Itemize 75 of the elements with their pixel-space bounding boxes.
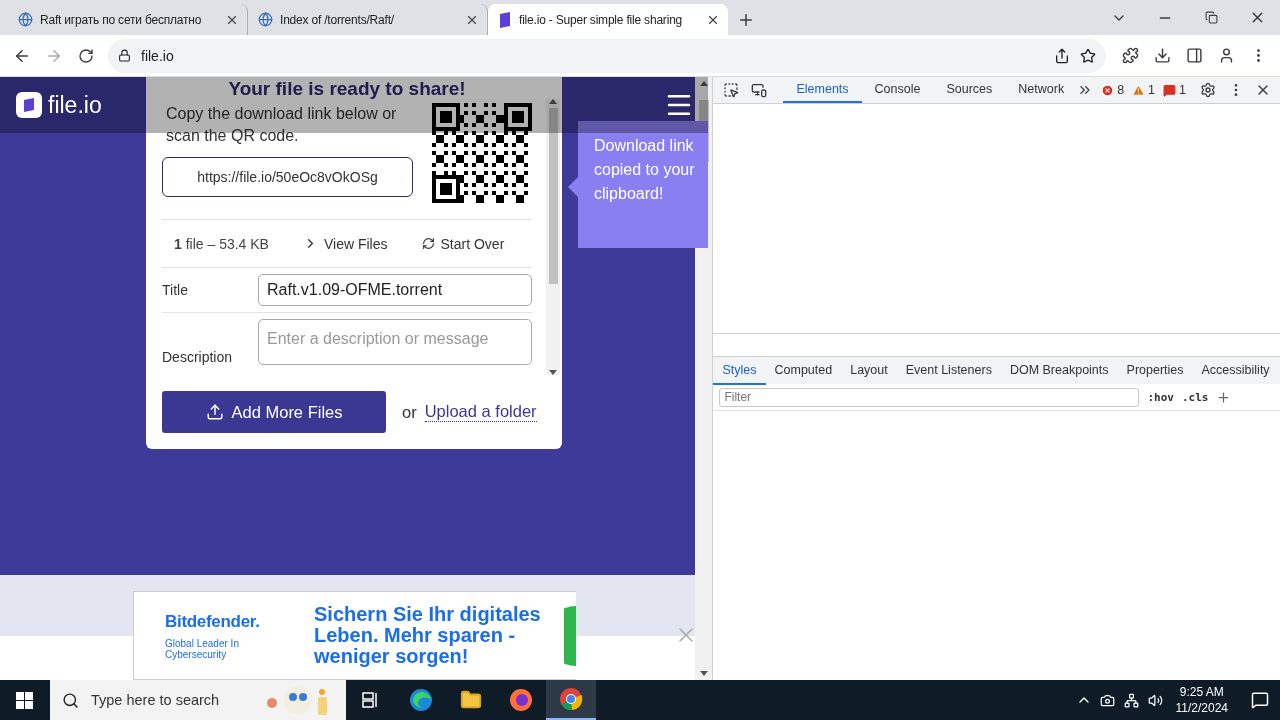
scrollbar[interactable] [546,99,560,375]
scroll-up-icon[interactable] [549,99,557,104]
restore-icon[interactable] [1204,11,1218,24]
inspect-icon[interactable] [723,82,740,98]
globe-icon [18,12,33,27]
devtools-tab[interactable]: Network [1005,77,1078,103]
address-bar[interactable]: file.io [108,38,1106,73]
chrome-icon[interactable] [559,687,583,711]
panel-tab[interactable]: DOM Breakpoints [1000,356,1118,385]
devtools-tab[interactable]: Console [861,77,934,103]
reload-icon[interactable] [78,47,94,64]
search-placeholder: Type here to search [91,692,220,708]
side-panel-icon[interactable] [1185,47,1203,64]
windows-icon[interactable] [15,691,33,709]
start-over-link[interactable]: Start Over [421,235,505,252]
camera-icon[interactable] [1100,692,1115,708]
filter-field[interactable]: Filter [719,387,1140,407]
scroll-down-icon[interactable] [699,671,708,676]
hov-toggle[interactable]: :hov [1147,390,1174,404]
lock-icon [118,49,131,62]
or-text: or [402,402,417,422]
panel-tab[interactable]: Computed [765,356,842,385]
add-more-files-button[interactable]: Add More Files [162,391,386,433]
firefox-icon[interactable] [509,688,533,712]
logo-text: file.io [48,91,102,119]
upload-icon [205,403,224,421]
new-rule-icon[interactable] [1216,389,1232,405]
panel-tab[interactable]: Accessibility [1192,356,1279,385]
settings-icon[interactable] [1200,82,1216,98]
tagline-text: Global Leader In Cybersecurity [165,637,240,660]
error-count[interactable]: 8 [1101,83,1125,97]
browser-tab[interactable]: Raft играть по сети бесплатно [8,4,248,35]
file-logo-icon [498,11,512,28]
url-text: file.io [141,47,174,64]
extensions-icon[interactable] [1121,47,1139,64]
brand-text: Bitdefender. [165,611,261,632]
scroll-up-icon[interactable] [699,81,708,86]
dialog-heading: Your file is ready to share! [227,77,467,101]
file-summary: 1 file – 53.4 KB [174,235,269,252]
panel-tab[interactable]: Properties [1117,356,1193,385]
globe-icon [258,12,273,27]
link-field[interactable]: https://file.io/50eOc8vOkOSg [162,157,413,197]
volume-icon[interactable] [1148,692,1163,708]
panel-tab[interactable]: Styles [713,356,766,385]
panel-tab[interactable]: Layout [841,356,897,385]
download-icon[interactable] [1153,47,1171,64]
refresh-icon [421,237,435,250]
taskbar-search[interactable]: Type here to search [50,680,346,720]
view-files-link[interactable]: View Files [302,235,388,252]
browser-tab[interactable]: file.io - Super simple file sharing [488,4,728,35]
upload-folder-link[interactable]: Upload a folder [424,402,537,422]
instructions-text: Copy the download link below or scan the QR code. [165,104,398,146]
ad-headline: Sichern Sie Ihr digitales Leben. Mehr sparen - weniger sorgen! [314,604,542,667]
clock[interactable]: 9:25 AM 11/2/2024 [1175,684,1228,716]
title-field[interactable]: Raft.v1.09-OFME.torrent [258,274,532,306]
task-view-icon[interactable] [362,692,380,708]
device-toolbar-icon[interactable] [751,82,768,98]
devtools-tab[interactable]: Elements [783,77,862,103]
devtools-tab[interactable]: Sources [933,77,1006,103]
file-explorer-icon[interactable] [460,689,482,711]
warning-count[interactable]: 1 [1132,83,1156,97]
field-label: Description [162,349,234,365]
field-label: Title [162,282,189,298]
issue-count[interactable]: 1 [1163,83,1186,97]
scrollbar-thumb[interactable] [548,108,558,284]
bookmark-star-icon[interactable] [1080,47,1096,64]
cls-toggle[interactable]: .cls [1181,390,1209,404]
edge-icon[interactable] [409,688,433,712]
logo-icon [16,92,42,118]
notifications-icon[interactable] [1251,691,1269,709]
scroll-down-icon[interactable] [549,370,557,375]
network-icon[interactable] [1124,692,1139,708]
search-icon [62,691,79,709]
panel-tab[interactable]: Event Listeners [896,356,1001,385]
share-icon[interactable] [1054,47,1070,64]
